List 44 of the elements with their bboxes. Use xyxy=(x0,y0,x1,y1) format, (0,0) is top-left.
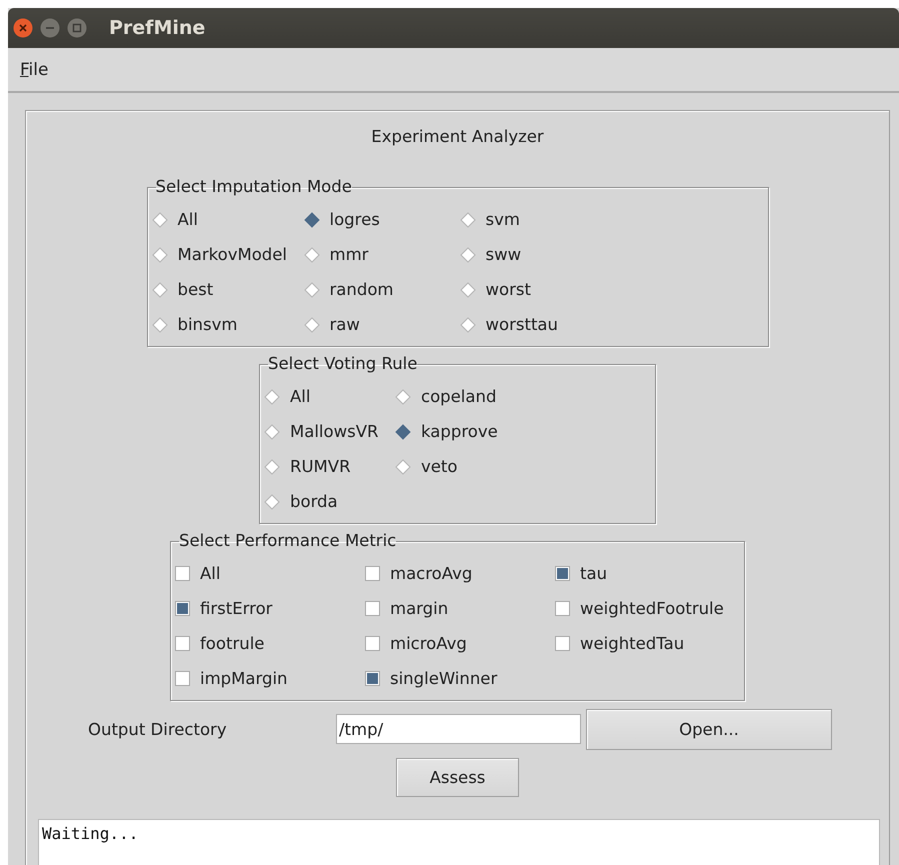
radio-option[interactable]: worsttau xyxy=(460,315,764,334)
group-title: Select Performance Metric xyxy=(179,532,396,550)
radio-option[interactable]: sww xyxy=(460,245,764,264)
radio-option[interactable]: borda xyxy=(264,492,395,511)
checkbox-option[interactable]: singleWinner xyxy=(365,669,555,688)
open-button[interactable]: Open... xyxy=(586,708,832,750)
radio-option[interactable]: RUMVR xyxy=(264,457,395,476)
radio-option[interactable]: MallowsVR xyxy=(264,422,395,441)
checkbox-option[interactable]: margin xyxy=(365,599,555,618)
checkbox-option[interactable]: weightedFootrule xyxy=(555,599,740,618)
radio-option[interactable]: MarkovModel xyxy=(152,245,304,264)
panel-title: Experiment Analyzer xyxy=(370,127,545,146)
checkbox-option[interactable]: macroAvg xyxy=(365,564,555,583)
window-title: PrefMine xyxy=(109,17,206,39)
checkbox-option[interactable]: tau xyxy=(555,564,740,583)
checkbox-option[interactable]: microAvg xyxy=(365,634,555,653)
radio-option[interactable]: worst xyxy=(460,280,764,299)
checkbox-option[interactable]: firstError xyxy=(175,599,365,618)
assess-button[interactable]: Assess xyxy=(396,758,519,797)
radio-option[interactable]: raw xyxy=(304,315,460,334)
group-title: Select Voting Rule xyxy=(268,355,418,373)
radio-option[interactable]: All xyxy=(152,210,304,229)
radio-option[interactable]: random xyxy=(304,280,460,299)
radio-option[interactable]: mmr xyxy=(304,245,460,264)
log-area: Waiting... xyxy=(38,819,880,865)
minimize-icon[interactable] xyxy=(40,18,60,38)
radio-option[interactable]: logres xyxy=(304,210,460,229)
radio-option[interactable]: svm xyxy=(460,210,764,229)
radio-option[interactable]: binsvm xyxy=(152,315,304,334)
radio-option[interactable]: veto xyxy=(395,457,651,476)
checkbox-option[interactable]: impMargin xyxy=(175,669,365,688)
checkbox-option[interactable]: All xyxy=(175,564,365,583)
maximize-icon[interactable] xyxy=(67,18,87,38)
directory-field[interactable]: /tmp/ xyxy=(336,714,581,744)
checkbox-option[interactable]: footrule xyxy=(175,634,365,653)
radio-option[interactable]: copeland xyxy=(395,387,651,406)
radio-option[interactable]: kapprove xyxy=(395,422,651,441)
checkbox-option[interactable]: weightedTau xyxy=(555,634,740,653)
radio-option[interactable]: All xyxy=(264,387,395,406)
menu-item[interactable]: File xyxy=(20,60,48,80)
field-label: Output Directory xyxy=(88,720,228,738)
close-icon[interactable] xyxy=(13,18,33,38)
group-title: Select Imputation Mode xyxy=(156,178,352,196)
radio-option[interactable]: best xyxy=(152,280,304,299)
